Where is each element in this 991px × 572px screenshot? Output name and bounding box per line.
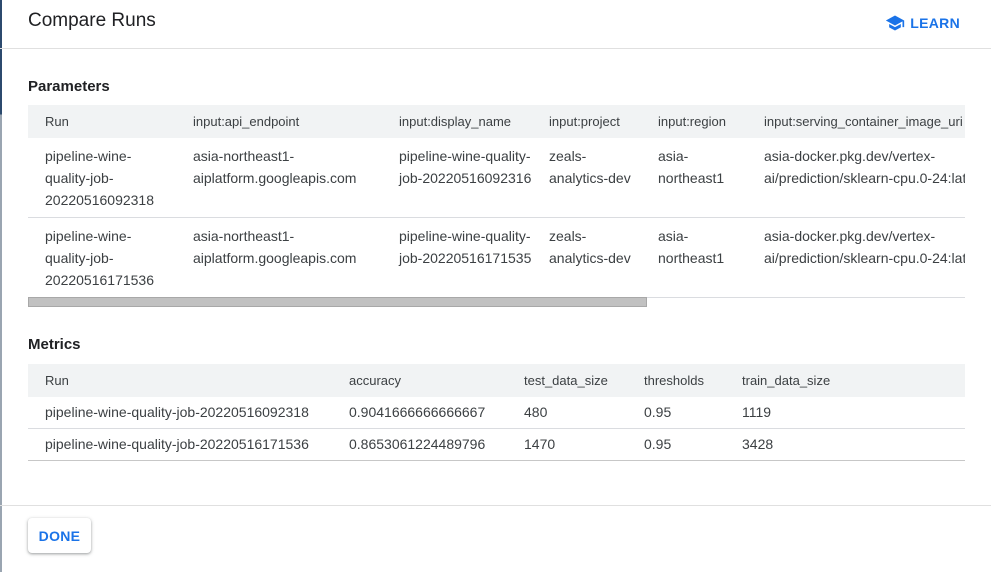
table-cell: 1119 <box>725 397 965 429</box>
table-cell: 480 <box>507 397 627 429</box>
metrics-header-row: Run accuracy test_data_size thresholds t… <box>28 364 965 397</box>
column-header[interactable]: input:region <box>641 105 747 138</box>
footer-divider <box>0 505 991 506</box>
table-cell: asia-northeast1 <box>641 217 747 298</box>
table-row: pipeline-wine-quality-job-20220516092318… <box>28 397 965 429</box>
column-header[interactable]: train_data_size <box>725 364 965 397</box>
window-edge <box>0 0 2 572</box>
table-row: pipeline-wine-quality-job-20220516171536… <box>28 217 965 298</box>
metrics-table-container: Run accuracy test_data_size thresholds t… <box>28 364 965 461</box>
column-header[interactable]: accuracy <box>332 364 507 397</box>
table-cell: zeals-analytics-dev <box>532 138 641 218</box>
column-header[interactable]: input:project <box>532 105 641 138</box>
table-cell: zeals-analytics-dev <box>532 217 641 298</box>
column-header[interactable]: Run <box>28 364 332 397</box>
done-button[interactable]: DONE <box>28 518 91 553</box>
table-cell: 0.9041666666666667 <box>332 397 507 429</box>
table-cell: 3428 <box>725 428 965 461</box>
metrics-title: Metrics <box>28 336 81 353</box>
parameters-title: Parameters <box>28 78 110 95</box>
learn-button[interactable]: LEARN <box>885 13 960 33</box>
table-cell: asia-northeast1-aiplatform.googleapis.co… <box>176 217 382 298</box>
column-header[interactable]: thresholds <box>627 364 725 397</box>
parameters-table: Run input:api_endpoint input:display_nam… <box>28 105 965 298</box>
table-cell-run: pipeline-wine-quality-job-20220516171536 <box>28 217 176 298</box>
column-header[interactable]: input:display_name <box>382 105 532 138</box>
column-header[interactable]: input:api_endpoint <box>176 105 382 138</box>
table-row: pipeline-wine-quality-job-20220516092318… <box>28 138 965 218</box>
column-header[interactable]: Run <box>28 105 176 138</box>
table-cell: pipeline-wine-quality-job-20220516092316 <box>382 138 532 218</box>
learn-label: LEARN <box>910 15 960 31</box>
table-cell-run: pipeline-wine-quality-job-20220516092318 <box>28 397 332 429</box>
table-cell-run: pipeline-wine-quality-job-20220516092318 <box>28 138 176 218</box>
table-row: pipeline-wine-quality-job-20220516171536… <box>28 428 965 461</box>
table-cell: 0.95 <box>627 428 725 461</box>
table-cell: 0.95 <box>627 397 725 429</box>
dialog-title: Compare Runs <box>28 10 156 31</box>
column-header[interactable]: input:serving_container_image_uri <box>747 105 965 138</box>
metrics-table: Run accuracy test_data_size thresholds t… <box>28 364 965 461</box>
table-cell: asia-northeast1 <box>641 138 747 218</box>
school-icon <box>886 15 905 31</box>
table-cell: asia-docker.pkg.dev/vertex-ai/prediction… <box>747 217 965 298</box>
table-cell: 1470 <box>507 428 627 461</box>
table-cell: asia-northeast1-aiplatform.googleapis.co… <box>176 138 382 218</box>
table-cell: 0.8653061224489796 <box>332 428 507 461</box>
table-cell: pipeline-wine-quality-job-20220516171535 <box>382 217 532 298</box>
parameters-table-container[interactable]: Run input:api_endpoint input:display_nam… <box>28 105 965 298</box>
column-header[interactable]: test_data_size <box>507 364 627 397</box>
dialog-header: Compare Runs LEARN <box>0 0 991 49</box>
table-cell-run: pipeline-wine-quality-job-20220516171536 <box>28 428 332 461</box>
table-cell: asia-docker.pkg.dev/vertex-ai/prediction… <box>747 138 965 218</box>
parameters-header-row: Run input:api_endpoint input:display_nam… <box>28 105 965 138</box>
horizontal-scrollbar[interactable] <box>28 297 647 307</box>
